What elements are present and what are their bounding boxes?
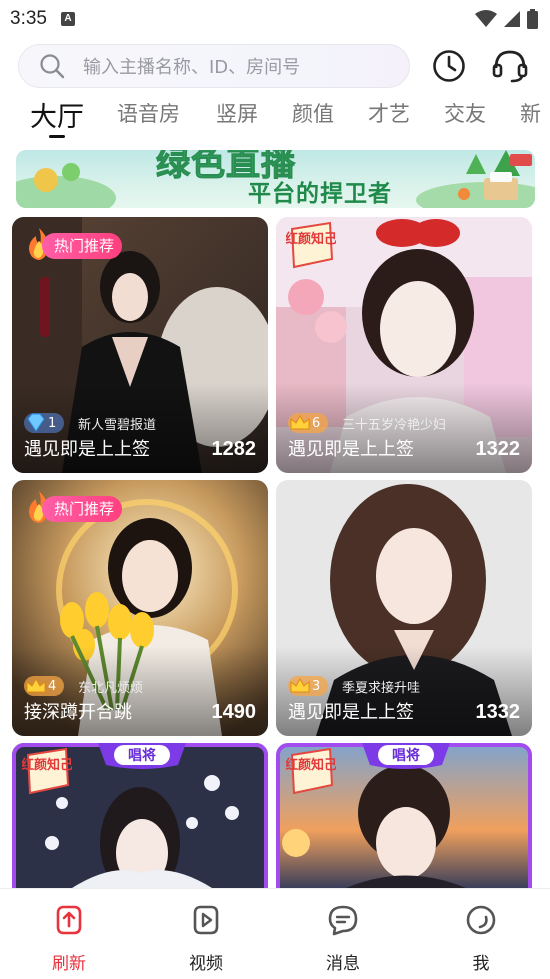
nav-messages[interactable]: 消息: [303, 903, 383, 974]
tab-voice-room[interactable]: 语音房: [117, 98, 180, 128]
live-room-card[interactable]: 红颜知己 唱将: [276, 743, 532, 888]
viewer-count: 1332: [475, 701, 521, 723]
search-placeholder: 输入主播名称、ID、房间号: [83, 57, 301, 78]
live-room-card[interactable]: 3 季夏求接升哇 遇见即是上上签 1332: [276, 480, 532, 736]
hongyan-zhiji-badge-icon: 红颜知己: [286, 221, 336, 269]
status-bar: 3:35 A: [0, 0, 550, 38]
level-number: 3: [312, 678, 321, 694]
tab-active-indicator: [49, 135, 65, 138]
svg-text:红颜知己: 红颜知己: [22, 757, 72, 773]
room-title: 遇见即是上上签: [24, 439, 150, 460]
cell-signal-icon: [504, 11, 520, 27]
nav-refresh[interactable]: 刷新: [29, 903, 109, 974]
level-number: 1: [48, 415, 57, 431]
message-icon: [328, 905, 358, 936]
crown-level-icon: [290, 677, 310, 693]
viewer-count: 1282: [211, 438, 257, 460]
notification-icon: A: [60, 12, 75, 26]
crown-level-icon: [290, 414, 310, 430]
room-title: 遇见即是上上签: [288, 702, 414, 723]
tab-looks[interactable]: 颜值: [292, 98, 334, 128]
status-indicators: [475, 9, 538, 29]
streamer-nickname: 东北凡烦烦: [78, 681, 144, 696]
bottom-navigation: 刷新 视频 消息 我: [0, 888, 550, 979]
hongyan-zhiji-badge-icon: 红颜知己: [286, 747, 336, 795]
streamer-nickname: 三十五岁冷艳少妇: [342, 418, 447, 433]
banner-subtitle: 平台的捍卫者: [248, 181, 392, 207]
svg-text:红颜知己: 红颜知己: [286, 757, 336, 773]
nav-label: 消息: [326, 954, 360, 974]
room-title: 接深蹲开合跳: [24, 702, 132, 723]
nav-profile[interactable]: 我: [441, 903, 521, 974]
status-time: 3:35: [10, 8, 47, 29]
video-play-icon: [193, 905, 219, 935]
search-icon: [40, 54, 65, 79]
history-clock-icon[interactable]: [432, 49, 466, 83]
crown-level-icon: [26, 677, 46, 693]
live-room-card[interactable]: 热门推荐 1 新人雪碧报道 遇见即是上上签 1282: [12, 217, 268, 473]
live-room-card[interactable]: 热门推荐 4 东北凡烦烦 接深蹲开合跳 1490: [12, 480, 268, 736]
profile-icon: [466, 905, 496, 935]
user-level-badge: 3: [288, 676, 329, 696]
diamond-level-icon: [27, 413, 45, 432]
battery-icon: [527, 9, 538, 29]
user-level-badge: 4: [24, 676, 65, 696]
nav-label: 刷新: [52, 954, 86, 974]
hot-recommend-badge: 热门推荐: [42, 233, 123, 259]
tab-friends[interactable]: 交友: [444, 98, 486, 128]
level-number: 6: [312, 415, 321, 431]
category-tabs: 大厅 语音房 竖屏 颜值 才艺 交友 新: [0, 98, 550, 142]
streamer-nickname: 新人雪碧报道: [78, 418, 157, 433]
streamer-nickname: 季夏求接升哇: [342, 681, 421, 696]
svg-text:红颜知己: 红颜知己: [286, 231, 336, 247]
svg-text:唱将: 唱将: [128, 747, 156, 764]
viewer-count: 1322: [475, 438, 521, 460]
promo-banner[interactable]: 绿色直播 平台的捍卫者: [16, 150, 535, 208]
svg-text:唱将: 唱将: [392, 747, 420, 764]
live-room-card[interactable]: 红颜知己 6 三十五岁冷艳少妇 遇见即是上上签 1322: [276, 217, 532, 473]
tab-talent[interactable]: 才艺: [368, 98, 410, 128]
hot-recommend-badge: 热门推荐: [42, 496, 123, 522]
live-room-card[interactable]: 红颜知己 唱将: [12, 743, 268, 888]
level-number: 4: [48, 678, 57, 694]
room-title: 遇见即是上上签: [288, 439, 414, 460]
tab-hall[interactable]: 大厅: [30, 98, 84, 134]
nav-label: 我: [472, 954, 490, 974]
hongyan-zhiji-badge-icon: 红颜知己: [22, 747, 72, 795]
viewer-count: 1490: [211, 701, 257, 723]
nav-video[interactable]: 视频: [166, 903, 246, 974]
search-bar[interactable]: 输入主播名称、ID、房间号: [18, 44, 410, 88]
user-level-badge: 6: [288, 413, 329, 433]
tab-vertical[interactable]: 竖屏: [216, 98, 258, 128]
user-level-badge: 1: [24, 413, 65, 433]
wifi-icon: [475, 10, 497, 27]
tab-new[interactable]: 新: [520, 98, 541, 128]
singer-badge-icon: 唱将: [98, 743, 186, 769]
customer-service-headset-icon[interactable]: [491, 48, 529, 84]
search-row: 输入主播名称、ID、房间号: [0, 44, 550, 88]
nav-label: 视频: [189, 954, 223, 974]
singer-badge-icon: 唱将: [362, 743, 450, 769]
refresh-up-icon: [56, 905, 82, 935]
